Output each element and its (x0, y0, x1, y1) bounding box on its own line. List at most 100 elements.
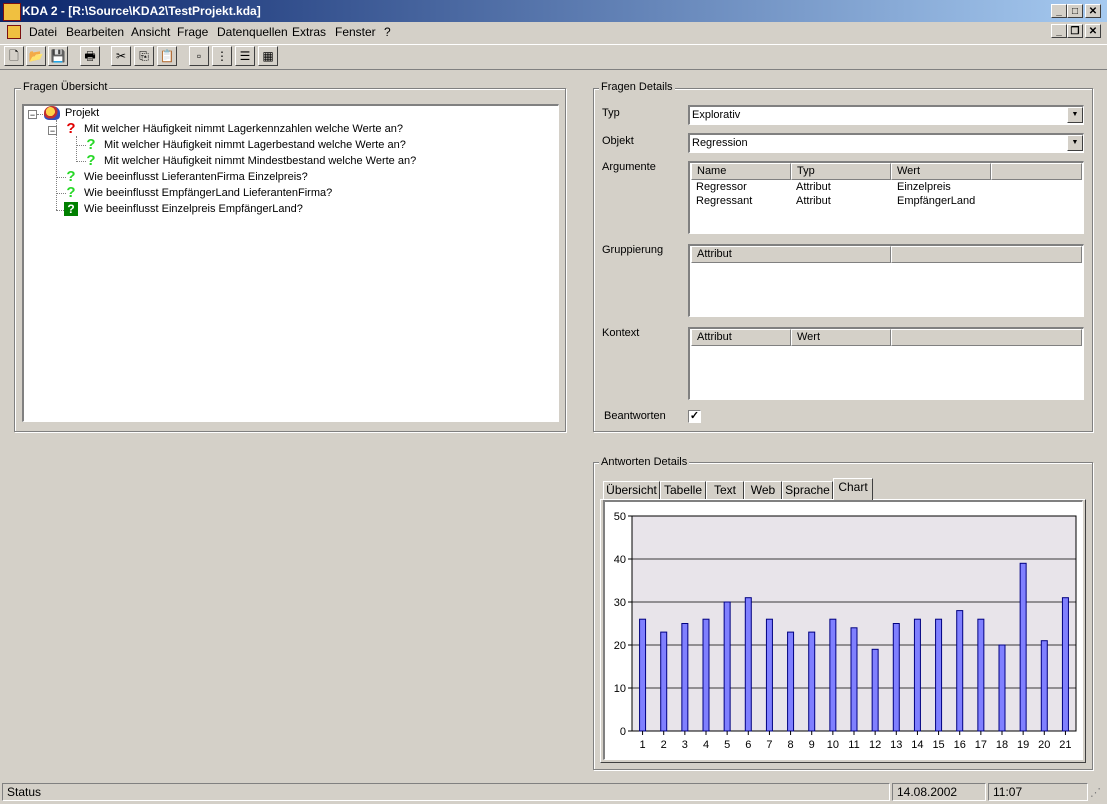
tree-view-icon[interactable]: ⋮ (212, 46, 232, 66)
table-cell[interactable]: Einzelpreis (897, 181, 951, 193)
table-cell[interactable]: Regressor (696, 181, 747, 193)
tab-chart[interactable]: Chart (833, 478, 873, 500)
small-icons-icon[interactable]: ▫ (189, 46, 209, 66)
bar (702, 618, 710, 732)
question-icon: ? (86, 152, 96, 169)
question-icon: ? (66, 120, 76, 137)
objekt-value: Regression (692, 137, 748, 149)
column-header-wert[interactable]: Wert (791, 329, 891, 346)
objekt-select[interactable]: Regression ▼ (688, 133, 1084, 153)
tree-item[interactable]: ? Wie beeinflusst LieferantenFirma Einze… (64, 169, 307, 184)
chevron-down-icon[interactable]: ▼ (1067, 107, 1083, 123)
column-header-attribut[interactable]: Attribut (691, 246, 891, 263)
bar (744, 597, 752, 732)
tree-item[interactable]: ? Mit welcher Häufigkeit nimmt Lagerkenn… (64, 120, 403, 137)
menu-fenster[interactable]: Fenster (335, 25, 376, 39)
gruppierung-label: Gruppierung (602, 244, 664, 256)
collapse-icon[interactable]: − (48, 126, 57, 136)
bar (660, 631, 668, 732)
list-view-icon[interactable]: ☰ (235, 46, 255, 66)
chevron-down-icon[interactable]: ▼ (1067, 135, 1083, 151)
tree-item[interactable]: ? Wie beeinflusst EmpfängerLand Lieferan… (64, 185, 333, 200)
app-icon[interactable] (3, 3, 21, 21)
menu-ansicht[interactable]: Ansicht (131, 25, 170, 39)
y-tick-label: 20 (614, 640, 626, 652)
maximize-button[interactable]: □ (1067, 4, 1083, 18)
y-tick-label: 30 (614, 597, 626, 609)
cut-icon[interactable]: ✂ (111, 46, 131, 66)
bar (850, 627, 858, 732)
tab-tabelle[interactable]: Tabelle (660, 481, 706, 499)
table-cell[interactable]: Attribut (796, 195, 831, 207)
status-text: Status (2, 783, 890, 801)
x-tick-label: 13 (890, 739, 902, 751)
y-tick-label: 10 (614, 683, 626, 695)
open-icon[interactable]: 📂 (26, 46, 46, 66)
y-tick-label: 40 (614, 554, 626, 566)
x-tick-label: 4 (703, 739, 709, 751)
bar (681, 623, 689, 732)
bar (871, 648, 879, 732)
copy-icon[interactable]: ⎘ (134, 46, 154, 66)
chart-area: 0 10 20 30 40 50 1 2 3 4 5 6 7 8 9 10 11 12 13 14 15 16 17 18 19… (603, 500, 1083, 760)
document-icon[interactable] (7, 25, 21, 39)
new-icon[interactable]: 🗋 (4, 46, 24, 66)
paste-icon[interactable]: 📋 (157, 46, 177, 66)
column-header-attribut[interactable]: Attribut (691, 329, 791, 346)
tab-text[interactable]: Text (706, 481, 744, 499)
x-tick-label: 5 (724, 739, 730, 751)
x-tick-label: 15 (932, 739, 944, 751)
table-cell[interactable]: Regressant (696, 195, 752, 207)
child-close-button[interactable]: ✕ (1085, 24, 1101, 38)
bar (723, 601, 731, 732)
tab-uebersicht[interactable]: Übersicht (603, 481, 660, 499)
bar (998, 644, 1006, 732)
resize-grip-icon[interactable]: ⋰ (1090, 786, 1104, 800)
tree-item[interactable]: ? Mit welcher Häufigkeit nimmt Lagerbest… (84, 136, 406, 153)
table-cell[interactable]: EmpfängerLand (897, 195, 975, 207)
typ-select[interactable]: Explorativ ▼ (688, 105, 1084, 125)
x-tick-label: 2 (661, 739, 667, 751)
column-header-wert[interactable]: Wert (891, 163, 991, 180)
fragen-details-title: Fragen Details (599, 81, 675, 93)
close-button[interactable]: ✕ (1085, 4, 1101, 18)
column-header-typ[interactable]: Typ (791, 163, 891, 180)
save-icon[interactable]: 💾 (48, 46, 68, 66)
bar (892, 623, 900, 732)
menu-frage[interactable]: Frage (177, 25, 208, 39)
collapse-icon[interactable]: − (28, 110, 37, 120)
x-tick-label: 9 (809, 739, 815, 751)
menu-datenquellen[interactable]: Datenquellen (217, 25, 288, 39)
beantworten-checkbox[interactable]: ✓ (688, 410, 701, 423)
tree-item-label: Mit welcher Häufigkeit nimmt Lagerbestan… (104, 139, 406, 151)
menu-bearbeiten[interactable]: Bearbeiten (66, 25, 124, 39)
minimize-button[interactable]: _ (1051, 4, 1067, 18)
child-minimize-button[interactable]: _ (1051, 24, 1067, 38)
tree-item-selected[interactable]: ? Wie beeinflusst Einzelpreis EmpfängerL… (64, 202, 303, 216)
tree-item-root[interactable]: Projekt (44, 106, 99, 120)
column-header-name[interactable]: Name (691, 163, 791, 180)
menu-datei[interactable]: Datei (29, 25, 57, 39)
tab-sprache[interactable]: Sprache (782, 481, 833, 499)
bar (829, 618, 837, 732)
table-cell[interactable]: Attribut (796, 181, 831, 193)
x-tick-label: 12 (869, 739, 881, 751)
window-title: KDA 2 - [R:\Source\KDA2\TestProjekt.kda] (22, 4, 261, 18)
menu-help[interactable]: ? (384, 25, 391, 39)
x-tick-label: 18 (996, 739, 1008, 751)
question-icon: ? (86, 136, 96, 153)
x-tick-label: 19 (1017, 739, 1029, 751)
details-view-icon[interactable]: ▦ (258, 46, 278, 66)
child-restore-button[interactable]: ❐ (1067, 24, 1083, 38)
x-tick-label: 17 (975, 739, 987, 751)
column-header-filler (891, 246, 1082, 263)
bar (808, 631, 816, 732)
title-bar: KDA 2 - [R:\Source\KDA2\TestProjekt.kda]… (0, 0, 1107, 22)
tree-item-label: Wie beeinflusst EmpfängerLand Lieferante… (84, 187, 333, 199)
print-icon[interactable]: 🖶 (80, 46, 100, 66)
tab-web[interactable]: Web (744, 481, 782, 499)
bar (765, 618, 773, 732)
bar (1019, 562, 1027, 732)
tree-item[interactable]: ? Mit welcher Häufigkeit nimmt Mindestbe… (84, 152, 416, 169)
menu-extras[interactable]: Extras (292, 25, 326, 39)
